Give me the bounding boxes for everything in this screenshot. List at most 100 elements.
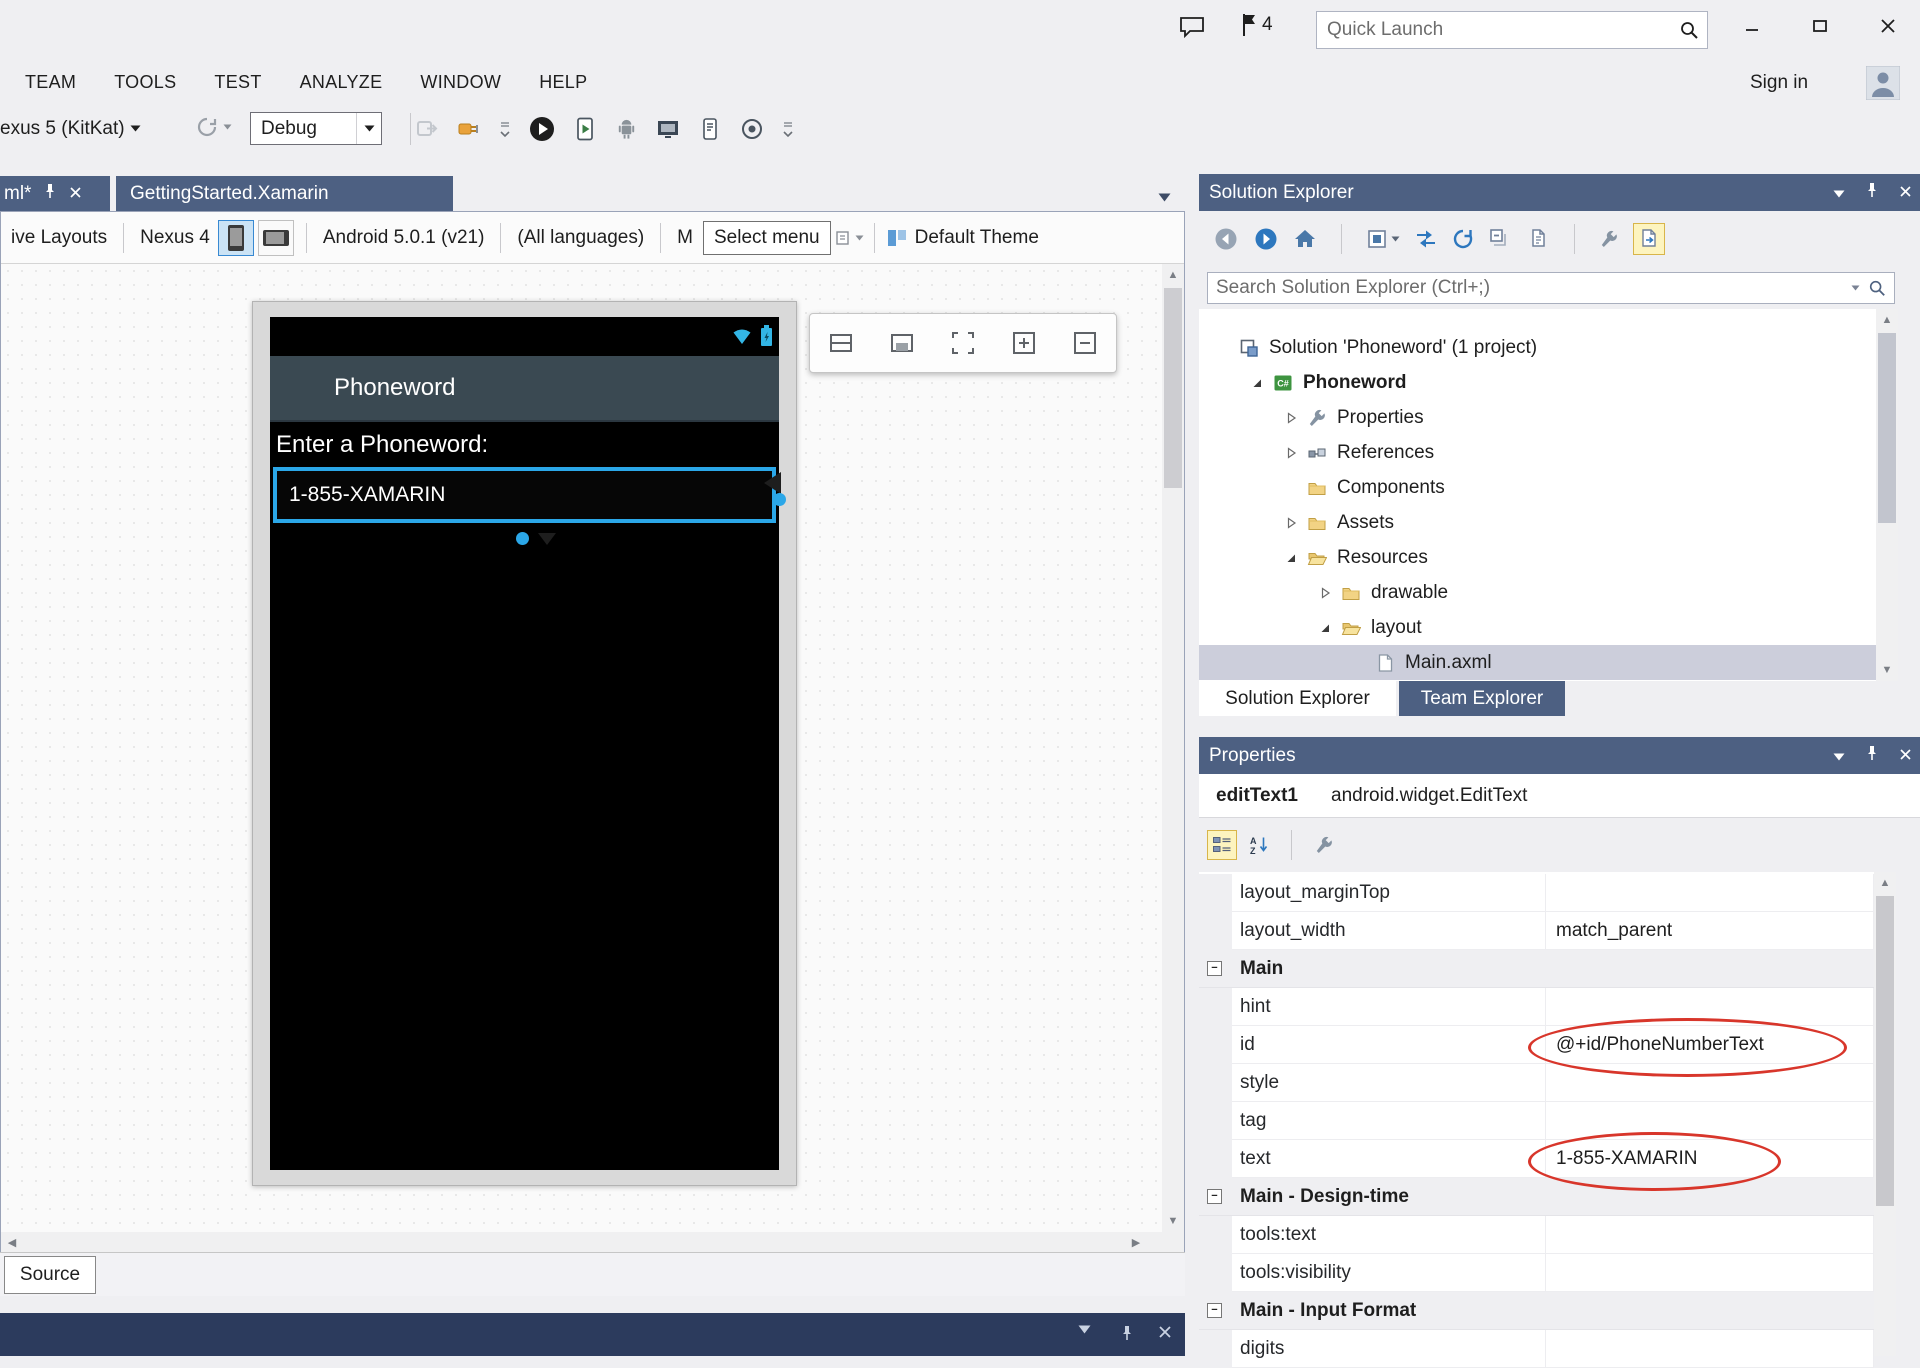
tree-item-phoneword[interactable]: C#Phoneword	[1199, 365, 1876, 400]
sync-with-active-document-icon[interactable]	[1414, 227, 1438, 251]
solution-search-box[interactable]	[1207, 272, 1895, 304]
scroll-down-icon[interactable]: ▼	[1876, 659, 1898, 681]
solution-search-input[interactable]	[1208, 276, 1846, 300]
property-name[interactable]: hint	[1232, 988, 1546, 1026]
collapse-category-icon[interactable]: −	[1207, 961, 1222, 976]
scrollbar-thumb[interactable]	[1876, 896, 1894, 1206]
resize-arrow-right-icon[interactable]	[764, 472, 781, 494]
feedback-icon[interactable]	[1178, 14, 1206, 46]
vertical-scrollbar[interactable]: ▲ ▼	[1162, 264, 1184, 1232]
scroll-up-icon[interactable]: ▲	[1874, 872, 1896, 894]
tree-scrollbar[interactable]: ▲ ▼	[1876, 309, 1898, 681]
tree-item-properties[interactable]: Properties	[1199, 400, 1876, 435]
user-avatar-icon[interactable]	[1866, 66, 1900, 100]
device-dropdown[interactable]: Nexus 4	[140, 227, 210, 249]
document-tab-gettingstarted[interactable]: GettingStarted.Xamarin	[116, 176, 453, 211]
tree-item-drawable[interactable]: drawable	[1199, 575, 1876, 610]
quick-launch-input[interactable]	[1317, 18, 1679, 42]
device-log-icon[interactable]	[697, 116, 723, 142]
show-bounds-icon[interactable]	[887, 328, 917, 358]
back-icon[interactable]	[1213, 226, 1239, 252]
collapse-all-icon[interactable]	[1488, 227, 1512, 251]
zoom-out-icon[interactable]	[1070, 328, 1100, 358]
document-tab-active-partial[interactable]: ml*	[0, 176, 110, 211]
scroll-left-icon[interactable]: ◀	[1, 1232, 23, 1253]
menu-item-help[interactable]: HELP	[520, 61, 606, 104]
property-name[interactable]: layout_width	[1232, 912, 1546, 950]
tree-item-references[interactable]: References	[1199, 435, 1876, 470]
tree-item-resources[interactable]: Resources	[1199, 540, 1876, 575]
property-name[interactable]: id	[1232, 1026, 1546, 1064]
configuration-dropdown[interactable]: Debug	[250, 112, 382, 145]
expanded-expander-icon[interactable]	[1313, 621, 1337, 635]
language-dropdown[interactable]: (All languages)	[517, 227, 644, 249]
property-category-main-input-format[interactable]: −Main - Input Format	[1199, 1292, 1874, 1330]
toolbar-overflow-icon[interactable]	[781, 117, 795, 141]
tree-item-components[interactable]: Components	[1199, 470, 1876, 505]
property-category-main-design-time[interactable]: −Main - Design-time	[1199, 1178, 1874, 1216]
property-value[interactable]	[1546, 1254, 1874, 1292]
emulator-manager-icon[interactable]	[739, 116, 765, 142]
sign-in-link[interactable]: Sign in	[1750, 61, 1808, 104]
window-position-chevron-icon[interactable]	[1833, 745, 1845, 767]
device-target-dropdown[interactable]: exus 5 (KitKat)	[0, 104, 141, 153]
show-frames-icon[interactable]	[826, 328, 856, 358]
horizontal-scrollbar[interactable]: ◀ ▶	[1, 1232, 1147, 1253]
alternative-layouts-button[interactable]: ive Layouts	[11, 227, 107, 249]
property-name[interactable]: style	[1232, 1064, 1546, 1102]
scroll-down-icon[interactable]: ▼	[1162, 1210, 1184, 1232]
source-tab[interactable]: Source	[4, 1256, 96, 1294]
android-emulator-icon[interactable]	[614, 116, 639, 141]
collapsed-expander-icon[interactable]	[1313, 586, 1337, 600]
property-name[interactable]: text	[1232, 1140, 1546, 1178]
device-screen[interactable]: Phoneword Enter a Phoneword: 1-855-XAMAR…	[270, 317, 779, 1170]
collapsed-expander-icon[interactable]	[1279, 446, 1303, 460]
search-icon[interactable]	[1868, 279, 1886, 297]
pin-icon[interactable]	[43, 183, 57, 205]
close-panel-icon[interactable]	[1899, 182, 1912, 204]
tab-list-chevron-icon[interactable]	[1158, 186, 1171, 208]
screenshot-icon[interactable]	[655, 116, 681, 142]
android-version-dropdown[interactable]: Android 5.0.1 (v21)	[323, 227, 485, 249]
solution-explorer-header[interactable]: Solution Explorer	[1199, 174, 1920, 211]
forward-icon[interactable]	[1253, 226, 1279, 252]
properties-scrollbar[interactable]: ▲	[1874, 872, 1896, 1356]
property-name[interactable]: tools:visibility	[1232, 1254, 1546, 1292]
pin-icon[interactable]	[1865, 182, 1879, 204]
window-position-chevron-icon[interactable]	[1833, 182, 1845, 204]
refresh-device-list-icon[interactable]	[196, 116, 232, 138]
pin-icon[interactable]	[1120, 1325, 1134, 1341]
collapse-category-icon[interactable]: −	[1207, 1303, 1222, 1318]
close-tab-icon[interactable]	[69, 183, 82, 205]
collapsed-expander-icon[interactable]	[1279, 516, 1303, 530]
property-name[interactable]: digits	[1232, 1330, 1546, 1368]
tree-item-solution-phoneword-1-project[interactable]: Solution 'Phoneword' (1 project)	[1199, 330, 1876, 365]
menu-item-analyze[interactable]: ANALYZE	[281, 61, 402, 104]
minimize-button[interactable]	[1722, 0, 1782, 52]
property-name[interactable]: tools:text	[1232, 1216, 1546, 1254]
property-category-main[interactable]: −Main	[1199, 950, 1874, 988]
alphabetical-sort-icon[interactable]: AZ	[1249, 835, 1269, 855]
menu-item-team[interactable]: TEAM	[6, 61, 95, 104]
phone-number-edittext[interactable]: 1-855-XAMARIN	[273, 467, 776, 523]
scrollbar-thumb[interactable]	[1164, 288, 1182, 488]
tree-item-main-axml[interactable]: Main.axml	[1199, 645, 1876, 680]
selection-handle-right[interactable]	[773, 493, 786, 506]
property-value[interactable]	[1546, 988, 1874, 1026]
chevron-down-icon[interactable]	[356, 113, 381, 144]
properties-wrench-icon[interactable]	[1599, 229, 1619, 249]
maximize-button[interactable]	[1790, 0, 1850, 52]
scroll-up-icon[interactable]: ▲	[1876, 309, 1898, 331]
start-debug-icon[interactable]	[528, 115, 556, 143]
categorized-icon[interactable]	[1207, 830, 1237, 860]
preview-selected-items-toggle[interactable]	[1633, 223, 1665, 255]
tool-tab-solution-explorer[interactable]: Solution Explorer	[1199, 681, 1396, 716]
property-value[interactable]	[1546, 1216, 1874, 1254]
device-run-icon[interactable]	[572, 116, 598, 142]
select-menu-dropdown[interactable]: Select menu	[703, 221, 831, 255]
resize-arrow-bottom-icon[interactable]	[538, 533, 556, 545]
portrait-orientation-button[interactable]	[218, 220, 254, 256]
scope-icon[interactable]	[1366, 228, 1400, 250]
menu-item-window[interactable]: WINDOW	[401, 61, 520, 104]
menu-item-test[interactable]: TEST	[195, 61, 280, 104]
